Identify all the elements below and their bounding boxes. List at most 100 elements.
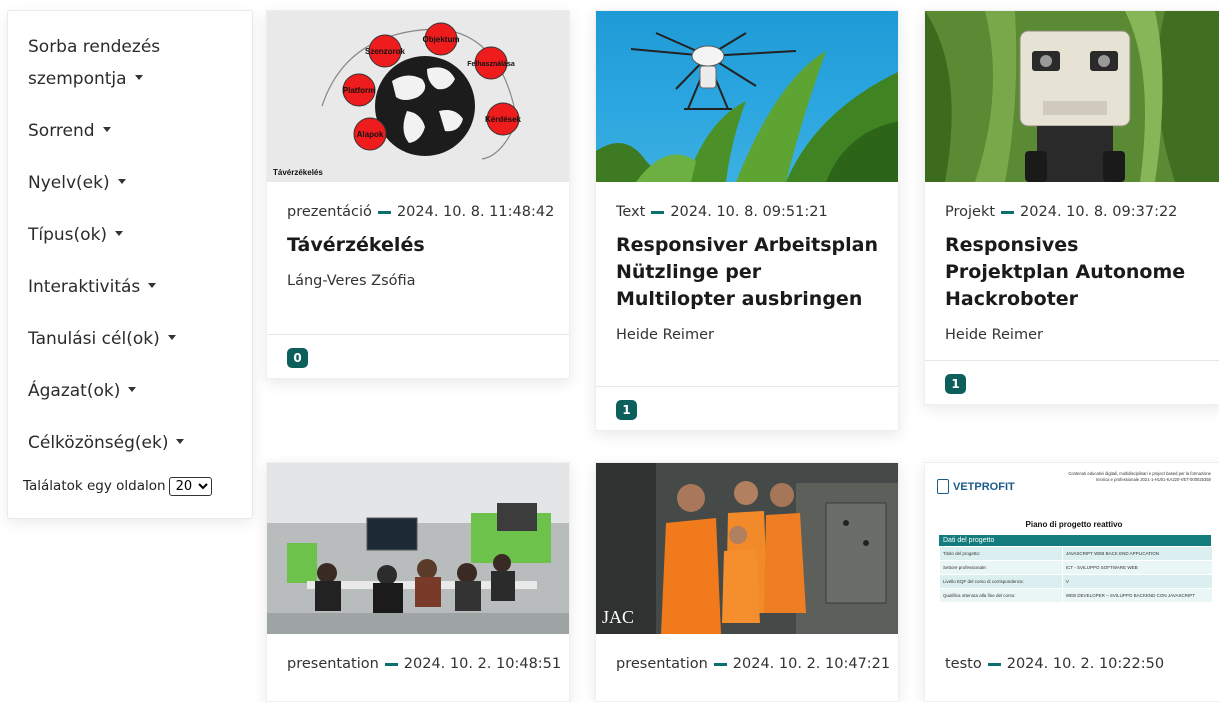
doc-cell: Titolo del progetto: [939, 546, 1063, 561]
filter-order[interactable]: Sorrend [28, 115, 232, 147]
dash-separator [713, 662, 727, 666]
card-author: Láng-Veres Zsófia [287, 273, 416, 289]
filter-label: Interaktivitás [28, 277, 141, 297]
doc-header: VETPROFIT Contenuti educativi digitali, … [937, 471, 1211, 494]
doc-cell: WEB DEVELOPER – SVILUPPO BACKEND CON JAV… [1061, 588, 1214, 603]
card-thumbnail[interactable]: VETPROFIT Contenuti educativi digitali, … [925, 463, 1219, 634]
per-page-select[interactable]: 20 [168, 477, 212, 496]
resource-card[interactable]: Objektum Szenzorok Felhasználása Platfor… [266, 10, 570, 379]
filter-audience[interactable]: Célközönség(ek) [28, 427, 232, 459]
card-thumbnail[interactable]: Objektum Szenzorok Felhasználása Platfor… [267, 11, 569, 182]
doc-cell: Livello EQF del corso di corrispondenza: [939, 574, 1063, 589]
card-thumbnail[interactable] [596, 11, 898, 182]
caret-down-icon [128, 386, 137, 392]
resource-card[interactable]: presentation 2024. 10. 2. 10:48:51 [266, 462, 570, 702]
bubble-label: Szenzorok [365, 47, 406, 56]
brand-name: VETPROFIT [953, 480, 1015, 493]
card-date: 2024. 10. 8. 09:51:21 [670, 204, 828, 220]
resource-card[interactable]: VETPROFIT Contenuti educativi digitali, … [924, 462, 1219, 702]
card-body: presentation 2024. 10. 2. 10:47:21 [596, 634, 898, 672]
card-meta: testo 2024. 10. 2. 10:22:50 [945, 656, 1203, 672]
filter-label: Sorrend [28, 121, 95, 141]
bubble-label: Felhasználása [467, 61, 515, 68]
document-icon [937, 479, 949, 494]
caret-down-icon [115, 230, 124, 236]
card-thumbnail[interactable]: JAC [596, 463, 898, 634]
header-right-text: Contenuti educativi digitali, multidisci… [1068, 471, 1211, 482]
bubble-label: Platform [343, 86, 375, 95]
filter-interactivity[interactable]: Interaktivitás [28, 271, 232, 303]
count-badge: 0 [287, 348, 308, 368]
filter-label: Célközönség(ek) [28, 433, 169, 453]
resource-card[interactable]: Text 2024. 10. 8. 09:51:21 Responsiver Ar… [595, 10, 899, 431]
classroom-image [267, 463, 569, 634]
dash-separator [987, 662, 1001, 666]
bubble-label: Alapok [357, 130, 384, 139]
doc-title: Piano di progetto reattivo [1025, 520, 1123, 529]
doc-cell: Qualifica ottenuta alla fine del corso: [939, 588, 1063, 603]
filter-sectors[interactable]: Ágazat(ok) [28, 375, 232, 407]
dash-separator [651, 210, 665, 214]
card-date: 2024. 10. 2. 10:48:51 [403, 656, 562, 672]
card-title[interactable]: Responsiver Arbeitsplan Nützlinge per Mu… [616, 232, 878, 313]
vetprofit-logo: VETPROFIT [937, 479, 1015, 494]
caret-down-icon [117, 178, 126, 184]
count-badge: 1 [616, 400, 637, 420]
card-body: prezentáció 2024. 10. 8. 11:48:42 Távérzé… [267, 182, 569, 289]
card-type: Projekt [945, 204, 996, 220]
caret-down-icon [176, 438, 185, 444]
caret-down-icon [102, 126, 111, 132]
filter-label: Tanulási cél(ok) [28, 329, 160, 349]
caret-down-icon [148, 282, 157, 288]
card-type: prezentáció [287, 204, 372, 220]
filter-languages[interactable]: Nyelv(ek) [28, 167, 232, 199]
card-author: Heide Reimer [945, 327, 1043, 343]
bubble-label: Kérdések [485, 115, 522, 124]
field-robot-image [925, 11, 1219, 182]
card-type: presentation [287, 656, 379, 672]
card-thumbnail[interactable] [925, 11, 1219, 182]
card-footer: 0 [267, 334, 569, 378]
card-meta: presentation 2024. 10. 2. 10:48:51 [287, 656, 561, 672]
per-page-label: Találatok egy oldalon [23, 478, 166, 494]
card-body: Projekt 2024. 10. 8. 09:37:22 Responsives… [925, 182, 1219, 343]
card-meta: prezentáció 2024. 10. 8. 11:48:42 [287, 204, 554, 220]
filter-sidebar: Sorba rendezés szempontja Sorrend Nyelv(… [7, 10, 253, 519]
doc-cell: V [1061, 574, 1214, 589]
card-date: 2024. 10. 8. 09:37:22 [1020, 204, 1178, 220]
card-meta: Text 2024. 10. 8. 09:51:21 [616, 204, 878, 220]
doc-cell: JAVASCRIPT WEB BACK END APPLICATION [1061, 546, 1214, 561]
filter-label: Ágazat(ok) [28, 381, 121, 401]
resource-card[interactable]: Projekt 2024. 10. 8. 09:37:22 Responsives… [924, 10, 1219, 405]
dash-separator [377, 210, 391, 214]
count-badge: 1 [945, 374, 966, 394]
card-author: Heide Reimer [616, 327, 714, 343]
bubble-label: Objektum [423, 35, 460, 44]
caret-down-icon [167, 334, 176, 340]
filter-label: Nyelv(ek) [28, 173, 110, 193]
filter-learning-goals[interactable]: Tanulási cél(ok) [28, 323, 232, 355]
doc-table: Titolo del progetto: JAVASCRIPT WEB BACK … [939, 546, 1214, 603]
card-title[interactable]: Responsives Projektplan Autonome Hackrob… [945, 232, 1203, 313]
resource-card[interactable]: JAC presentation 2024. 10. 2. 10:47:21 [595, 462, 899, 702]
thumbnail-caption: Távérzékelés [273, 168, 323, 177]
card-type: presentation [616, 656, 708, 672]
card-thumbnail[interactable] [267, 463, 569, 634]
workshop-students-image [596, 463, 898, 634]
card-body: presentation 2024. 10. 2. 10:48:51 [267, 634, 569, 672]
card-date: 2024. 10. 2. 10:47:21 [732, 656, 891, 672]
card-date: 2024. 10. 8. 11:48:42 [396, 204, 555, 220]
filter-types[interactable]: Típus(ok) [28, 219, 232, 251]
drone-over-crops-image [596, 32, 898, 182]
dash-separator [1001, 210, 1015, 214]
filter-sort-criteria[interactable]: Sorba rendezés szempontja [28, 31, 178, 95]
results-per-page: Találatok egy oldalon 20 [23, 477, 232, 496]
card-type: Text [616, 204, 646, 220]
filter-label: Típus(ok) [28, 225, 108, 245]
card-type: testo [945, 656, 982, 672]
card-body: testo 2024. 10. 2. 10:22:50 [925, 634, 1219, 672]
caret-down-icon [134, 74, 143, 80]
filter-label: Sorba rendezés szempontja [28, 37, 161, 89]
remote-sensing-diagram: Objektum Szenzorok Felhasználása Platfor… [273, 22, 522, 177]
card-title[interactable]: Távérzékelés [287, 232, 549, 259]
